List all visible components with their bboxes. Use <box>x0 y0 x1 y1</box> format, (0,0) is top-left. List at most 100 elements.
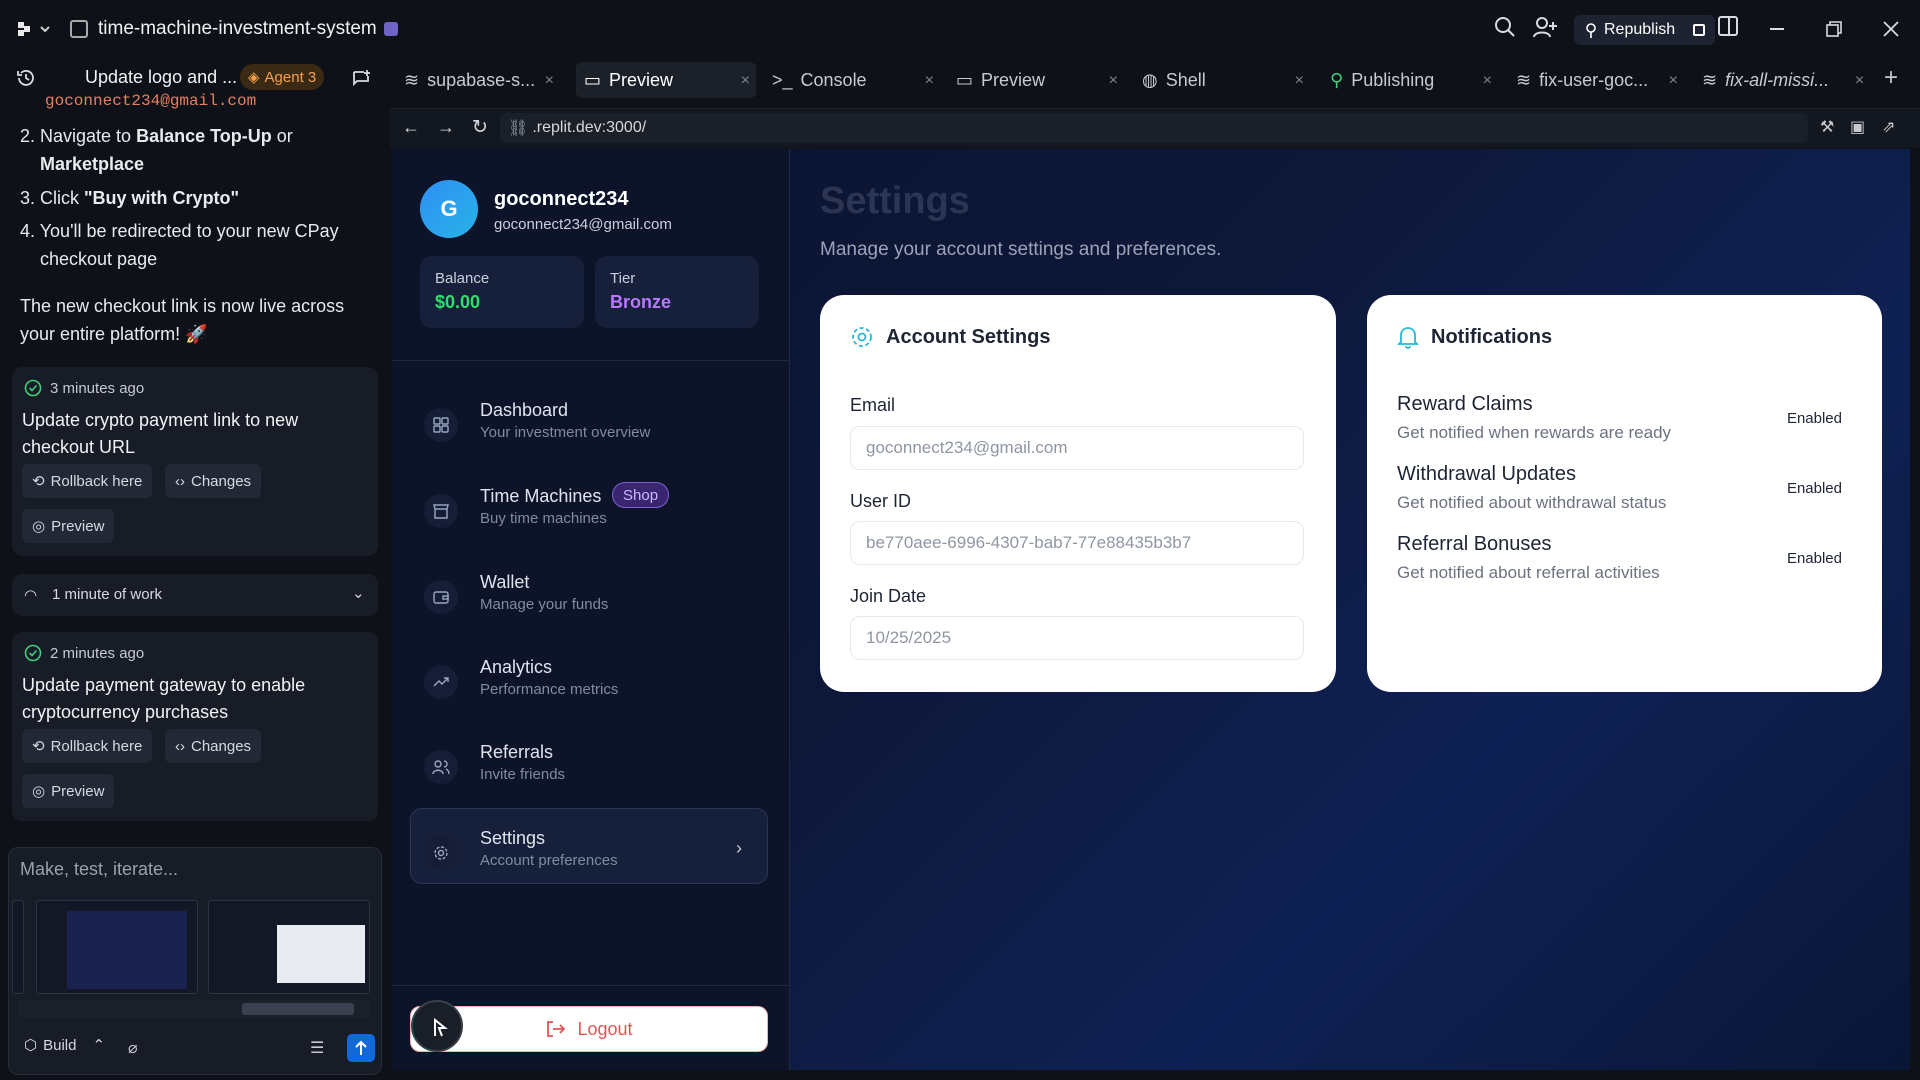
close-tab-icon: × <box>1482 72 1492 89</box>
bell-icon <box>1397 327 1419 349</box>
checkpoint-time: 3 minutes ago <box>24 379 144 397</box>
notification-description: Get notified when rewards are ready <box>1397 423 1672 442</box>
chat-step-3: 3. Click "Buy with Crypto" <box>20 188 240 208</box>
card-title: Account Settings <box>850 325 1050 349</box>
add-tab-icon[interactable]: + <box>1884 64 1898 92</box>
page-title: Settings <box>820 180 970 222</box>
changes-button[interactable]: ‹› Changes <box>165 729 262 763</box>
notification-status[interactable]: Enabled <box>1787 410 1842 427</box>
close-window-icon[interactable] <box>1883 21 1899 37</box>
send-button[interactable] <box>347 1034 375 1062</box>
nav-dashboard[interactable]: Dashboard Your investment overview <box>424 396 764 456</box>
attachment-thumbnail[interactable] <box>36 900 198 994</box>
check-circle-icon <box>24 644 42 662</box>
close-tab-icon: × <box>1294 72 1304 89</box>
devices-icon[interactable]: ▣ <box>1850 117 1865 137</box>
tab-publishing[interactable]: ⚲ Publishing × <box>1322 62 1498 98</box>
thumbnail-scrollbar[interactable] <box>18 1000 370 1018</box>
project-icon <box>70 20 88 38</box>
sidebar-divider <box>392 360 790 361</box>
replit-menu-icon[interactable] <box>18 20 52 38</box>
floating-cursor-button[interactable] <box>411 1000 463 1052</box>
close-tab-icon: × <box>1668 72 1678 89</box>
republish-button[interactable]: Republish <box>1574 15 1716 45</box>
agent-thread-title[interactable]: Update logo and ... <box>85 67 237 88</box>
minimize-icon[interactable] <box>1770 28 1784 30</box>
join-date-field[interactable]: 10/25/2025 <box>850 616 1304 660</box>
invite-user-icon[interactable] <box>1533 16 1557 38</box>
url-input[interactable]: ⛓ .replit.dev:3000/ <box>500 113 1808 143</box>
tab-fix-all[interactable]: ≋ fix-all-missi... × <box>1694 62 1870 98</box>
restore-icon[interactable] <box>1826 21 1842 37</box>
tab-preview[interactable]: ▭ Preview × <box>576 62 756 98</box>
copy-icon <box>1693 24 1706 36</box>
search-icon[interactable] <box>1494 16 1516 38</box>
settings-sliders-icon[interactable]: ☰ <box>310 1038 324 1058</box>
composer-input[interactable]: Make, test, iterate... <box>20 859 178 880</box>
notification-title: Referral Bonuses <box>1397 533 1552 555</box>
notification-title: Reward Claims <box>1397 393 1533 415</box>
reload-icon[interactable]: ↻ <box>472 116 488 139</box>
rollback-icon: ⟲ <box>32 473 45 490</box>
agent-icon: ◈ <box>248 69 260 86</box>
tab-fix-user[interactable]: ≋ fix-user-goc... × <box>1508 62 1684 98</box>
notification-status[interactable]: Enabled <box>1787 550 1842 567</box>
preview-button[interactable]: ◎ Preview <box>22 774 115 808</box>
logout-icon <box>547 1021 566 1037</box>
open-external-icon[interactable]: ⇗ <box>1882 117 1895 137</box>
shop-badge: Shop <box>612 482 670 508</box>
rollback-button[interactable]: ⟲ Rollback here <box>22 729 153 763</box>
nav-wallet[interactable]: Wallet Manage your funds <box>424 568 764 628</box>
forward-icon[interactable]: → <box>437 117 455 138</box>
nav-referrals[interactable]: Referrals Invite friends <box>424 738 764 798</box>
project-title[interactable]: time-machine-investment-system <box>98 18 377 40</box>
rollback-button[interactable]: ⟲ Rollback here <box>22 464 153 498</box>
tab-preview-2[interactable]: ▭ Preview × <box>948 62 1124 98</box>
changes-button[interactable]: ‹› Changes <box>165 464 262 498</box>
new-chat-icon[interactable] <box>352 68 372 88</box>
notifications-card: Notifications Reward Claims Get notified… <box>1367 295 1882 692</box>
attachment-thumbnail[interactable] <box>12 900 24 994</box>
user-email: goconnect234@gmail.com <box>494 216 672 233</box>
build-mode-button[interactable]: ⬡ Build ⌃ <box>24 1036 106 1055</box>
tab-supabase[interactable]: ≋ supabase-s... × <box>396 62 560 98</box>
avatar: G <box>420 180 478 238</box>
user-id-label: User ID <box>850 491 912 511</box>
check-circle-icon <box>24 379 42 397</box>
code-icon: ‹› <box>175 472 185 490</box>
history-icon[interactable] <box>16 68 36 88</box>
join-date-label: Join Date <box>850 586 927 606</box>
cursor-icon <box>434 1017 448 1037</box>
checkpoint-description: Update payment gateway to enable cryptoc… <box>22 675 306 722</box>
gear-icon <box>424 836 458 870</box>
chat-live-message: The new checkout link is now live across… <box>20 296 345 344</box>
nav-settings[interactable]: Settings Account preferences › <box>424 824 764 884</box>
notification-status[interactable]: Enabled <box>1787 480 1842 497</box>
tier-card: Tier Bronze <box>595 256 759 328</box>
trending-up-icon <box>424 665 458 699</box>
database-icon: ≋ <box>1516 69 1532 90</box>
split-view-icon[interactable] <box>1718 16 1738 36</box>
user-id-field[interactable]: be770aee-6996-4307-bab7-77e88435b3b7 <box>850 521 1304 565</box>
preview-button[interactable]: ◎ Preview <box>22 509 115 543</box>
checkpoint-card: 2 minutes ago Update payment gateway to … <box>12 632 378 821</box>
email-field[interactable]: goconnect234@gmail.com <box>850 426 1304 470</box>
terminal-icon: >_ <box>772 69 793 90</box>
page-subtitle: Manage your account settings and prefere… <box>820 239 1222 260</box>
cube-icon: ⬡ <box>24 1037 38 1054</box>
back-icon[interactable]: ← <box>402 117 420 138</box>
chevron-up-icon: ⌃ <box>92 1037 106 1054</box>
nav-analytics[interactable]: Analytics Performance metrics <box>424 653 764 713</box>
attachment-thumbnail[interactable] <box>208 900 370 994</box>
checkpoint-card: 3 minutes ago Update crypto payment link… <box>12 367 378 556</box>
sidebar-divider <box>392 985 790 986</box>
attach-icon[interactable]: ⌀ <box>128 1038 138 1058</box>
gear-icon <box>852 327 872 347</box>
card-title: Notifications <box>1397 325 1552 349</box>
tab-console[interactable]: >_ Console × <box>764 62 940 98</box>
nav-time-machines[interactable]: Time Machines Buy time machines Shop <box>424 482 764 542</box>
work-summary-row[interactable]: ◠ 1 minute of work ⌄ <box>12 574 378 616</box>
devtools-icon[interactable]: ⚒ <box>1820 117 1834 137</box>
tab-shell[interactable]: ◍ Shell × <box>1134 62 1310 98</box>
store-icon <box>424 494 458 528</box>
